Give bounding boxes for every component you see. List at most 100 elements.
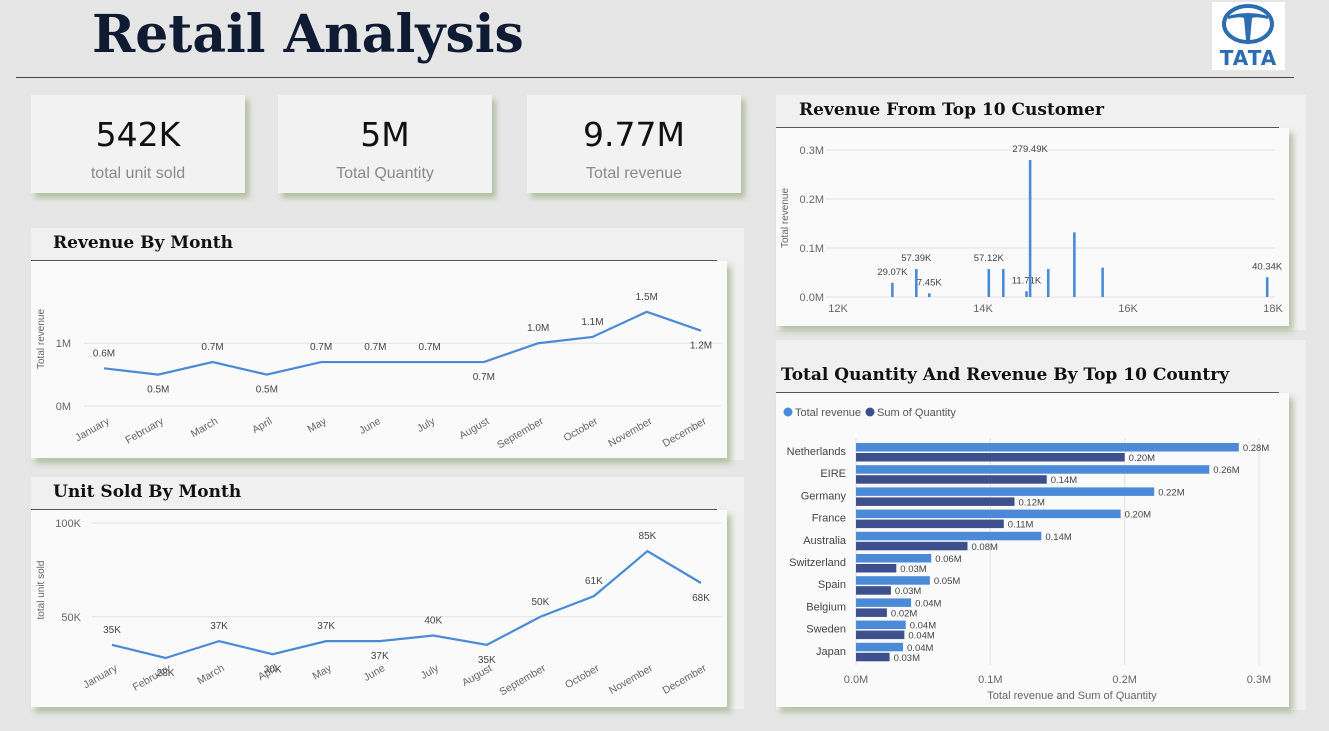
data-label: 0.7M — [310, 342, 332, 353]
data-label: 0.5M — [147, 385, 169, 396]
quantity-bar — [856, 497, 1015, 506]
unit-sold-by-month-chart[interactable]: 50K100Ktotal unit sold35K28K37K30K37K37K… — [31, 510, 727, 707]
x-tick-label: September — [495, 415, 546, 451]
data-label: 0.08M — [971, 542, 997, 553]
data-label: 61K — [585, 576, 603, 587]
x-tick-label: July — [415, 415, 438, 435]
top10-customer-chart[interactable]: 0.0M 0.1M 0.2M 0.3M 12K 14K 16K 18K Total revenu… — [776, 128, 1289, 326]
tata-emblem-icon — [1222, 4, 1274, 44]
category-label: Netherlands — [787, 446, 847, 458]
x-tick-label: March — [189, 415, 220, 440]
revenue-bar — [856, 465, 1210, 474]
customer-bar — [987, 269, 991, 297]
title-divider — [16, 77, 1294, 78]
data-label: 0.7M — [419, 342, 441, 353]
y-tick-label: 0M — [56, 401, 71, 413]
x-tick-label: February — [123, 415, 166, 447]
data-label: 0.04M — [915, 598, 941, 609]
x-tick-label: December — [661, 415, 709, 450]
data-label: 279.49K — [1012, 144, 1048, 155]
x-tick-label: 14K — [973, 303, 993, 315]
quantity-bar — [856, 586, 891, 595]
x-tick-label: 0.0M — [844, 674, 868, 686]
x-tick-label: May — [310, 662, 334, 683]
data-label: 68K — [692, 593, 710, 604]
kpi-total-quantity: 5M Total Quantity — [278, 95, 492, 193]
kpi-label: Total Quantity — [336, 165, 434, 182]
quantity-bar — [856, 608, 887, 617]
y-tick-label: 0.1M — [800, 243, 824, 255]
y-axis-title: total unit sold — [36, 561, 47, 620]
legend-marker — [865, 407, 875, 417]
data-label: 40K — [424, 616, 442, 627]
unit-sold-by-month-title: Unit Sold By Month — [53, 482, 242, 502]
quantity-bar — [856, 519, 1004, 529]
kpi-total-revenue: 9.77M Total revenue — [527, 95, 741, 193]
x-tick-label: 18K — [1263, 303, 1283, 315]
customer-bar — [1265, 277, 1269, 297]
category-label: Germany — [801, 490, 847, 502]
revenue-by-month-card[interactable]: 0M 1M Total revenue 0.6M 0.5M 0.7M 0.5M 0.7M 0.7… — [31, 261, 727, 458]
y-tick-label: 1M — [56, 338, 71, 350]
x-tick-label: 16K — [1118, 303, 1138, 315]
x-tick-label: January — [81, 662, 120, 691]
quantity-bar — [856, 652, 890, 662]
quantity-bar — [856, 475, 1047, 484]
data-label: 1.5M — [636, 292, 658, 303]
data-label: 0.26M — [1213, 465, 1239, 476]
x-axis-title: Total revenue and Sum of Quantity — [987, 690, 1157, 702]
data-label: 0.22M — [1158, 487, 1184, 498]
x-tick-label: July — [419, 662, 442, 682]
data-label: 7.45K — [917, 277, 942, 288]
tata-logo: TATA — [1212, 2, 1285, 70]
y-tick-label: 50K — [61, 612, 81, 624]
top10-country-chart[interactable]: Total revenue Sum of Quantity 0.0M 0.1M 0.2M… — [776, 393, 1289, 707]
top10-country-card[interactable]: Total revenue Sum of Quantity 0.0M 0.1M 0.2M… — [776, 393, 1289, 707]
revenue-bar — [856, 642, 904, 652]
category-label: Spain — [818, 579, 846, 591]
data-label: 57.39K — [901, 253, 932, 264]
x-tick-label: September — [497, 662, 548, 698]
quantity-bar — [856, 630, 905, 640]
x-tick-label: November — [607, 662, 655, 697]
revenue-bar — [856, 576, 930, 585]
series-line — [111, 549, 702, 660]
unit-sold-by-month-card[interactable]: 50K 100K total unit sold 35K 28K 37K 30K 37K 37K… — [31, 510, 727, 707]
legend-label: Sum of Quantity — [877, 407, 956, 419]
top10-customer-title: Revenue From Top 10 Customer — [799, 100, 1104, 120]
y-axis-title: Total revenue — [36, 309, 47, 369]
x-tick-label: 0.1M — [978, 674, 1002, 686]
data-label: 40.34K — [1252, 261, 1283, 272]
revenue-bar — [856, 620, 906, 630]
x-tick-label: August — [457, 415, 491, 442]
category-label: EIRE — [820, 468, 846, 480]
data-label: 37K — [317, 621, 335, 632]
x-tick-label: March — [195, 662, 226, 687]
data-label: 0.7M — [473, 372, 495, 383]
category-label: Belgium — [806, 601, 846, 613]
x-tick-label: November — [606, 415, 654, 450]
data-label: 0.11M — [1008, 520, 1034, 531]
legend-label: Total revenue — [795, 407, 861, 419]
revenue-by-month-chart[interactable]: 0M 1M Total revenue 0.6M 0.5M 0.7M 0.5M 0.7M 0.7… — [31, 261, 727, 458]
x-tick-label: May — [305, 415, 329, 436]
data-label: 50K — [531, 597, 549, 608]
top10-customer-card[interactable]: 0.0M 0.1M 0.2M 0.3M 12K 14K 16K 18K Total revenu… — [776, 128, 1289, 326]
data-label: 0.20M — [1129, 453, 1155, 464]
data-label: 57.12K — [974, 253, 1005, 264]
revenue-by-month-title: Revenue By Month — [53, 233, 233, 253]
customer-bar — [1002, 269, 1005, 297]
x-tick-label: October — [563, 662, 602, 691]
y-axis-title: Total revenue — [780, 188, 791, 248]
x-tick-label: October — [562, 415, 601, 444]
category-label: France — [812, 513, 846, 525]
y-tick-label: 0.3M — [800, 145, 824, 157]
x-tick-label: August — [460, 662, 494, 689]
customer-bar — [1028, 160, 1032, 297]
data-label: 29.07K — [877, 267, 908, 278]
revenue-bar — [856, 531, 1042, 541]
x-tick-label: 0.3M — [1247, 674, 1271, 686]
quantity-bar — [856, 453, 1125, 462]
data-label: 35K — [103, 625, 121, 636]
y-tick-label: 0.0M — [800, 292, 824, 304]
